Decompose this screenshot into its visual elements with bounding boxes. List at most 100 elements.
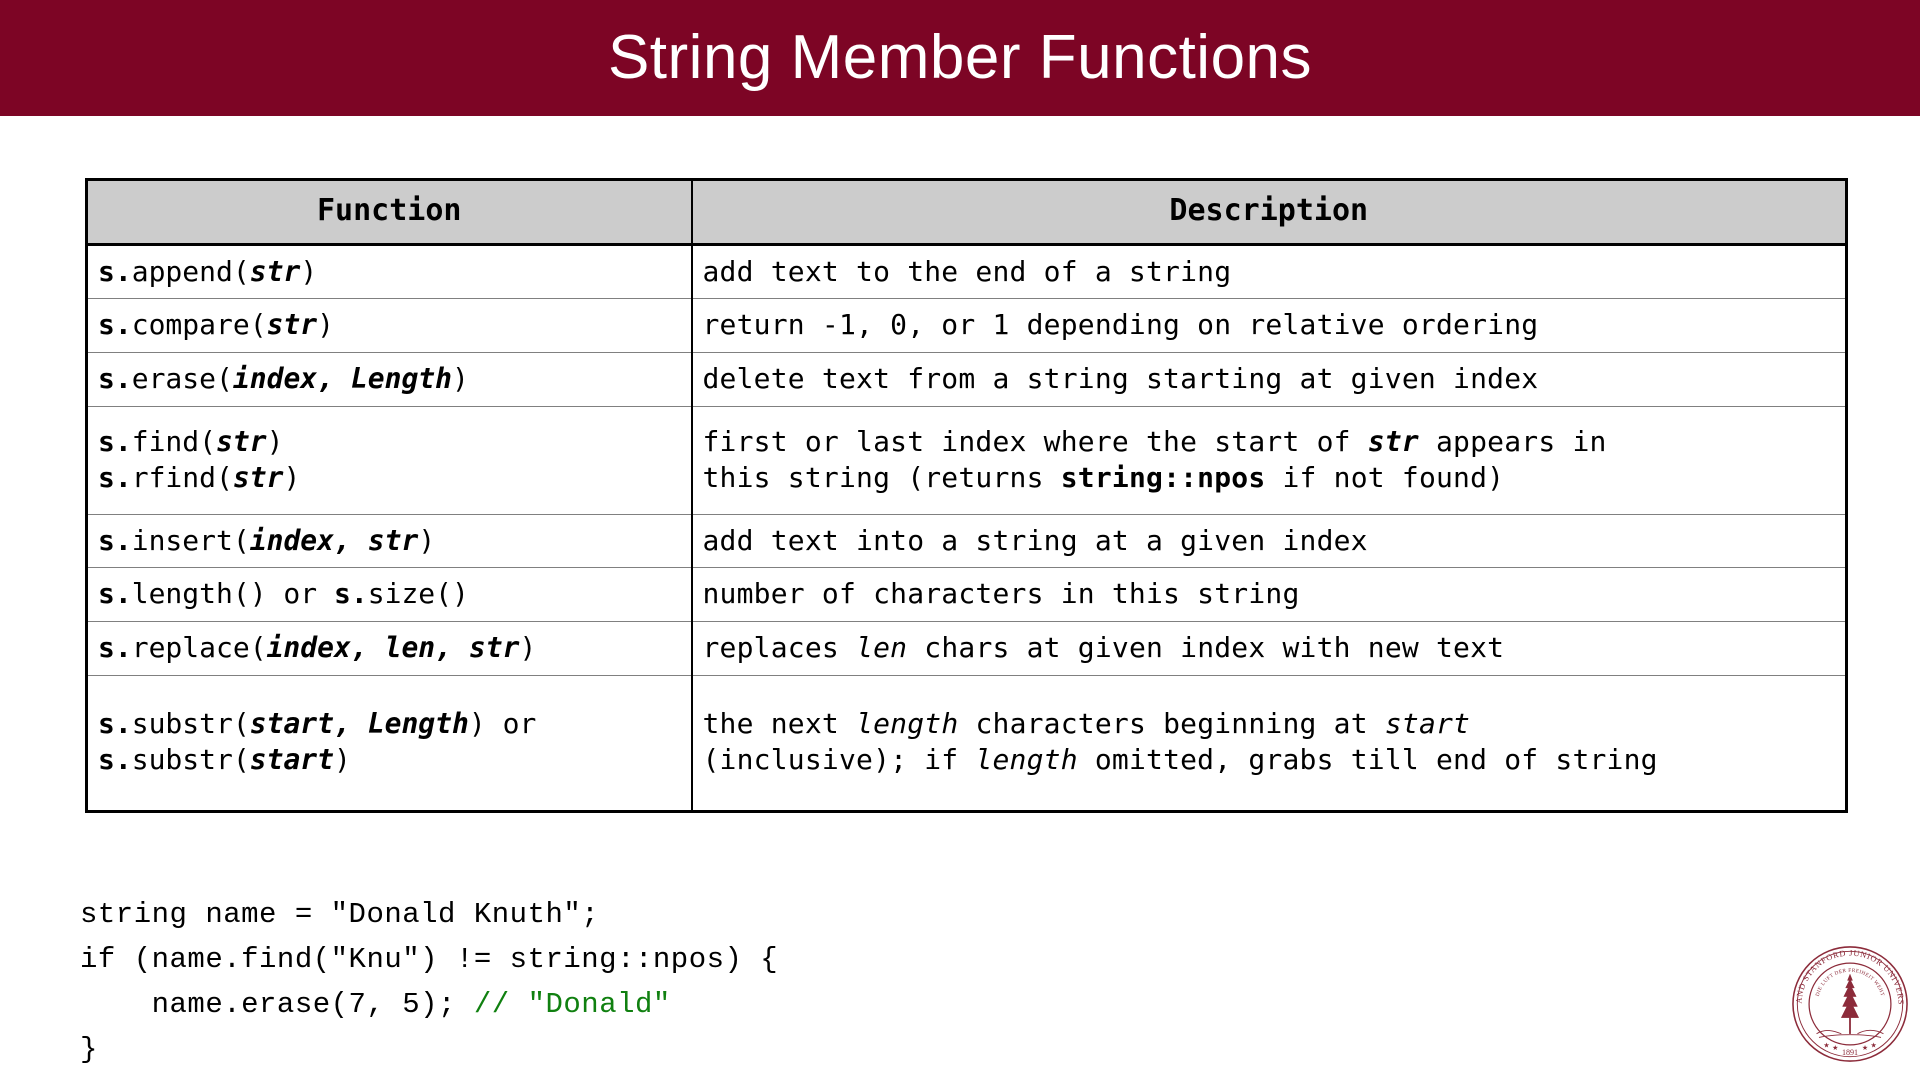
- function-signature-text: s.: [98, 707, 132, 741]
- function-signature-text: index, Length: [232, 362, 453, 396]
- function-cell: s.erase(index, Length): [86, 352, 693, 407]
- function-signature-text: s.: [98, 424, 132, 458]
- function-signature-text: substr(: [131, 742, 250, 776]
- function-signature-text: str: [266, 308, 318, 342]
- code-line: name.erase(7, 5); // "Donald": [80, 982, 778, 1027]
- code-text: string name = "Donald Knuth";: [80, 898, 600, 931]
- table-row: s.replace(index, len, str) replaces len c…: [86, 621, 1847, 677]
- column-header-description: Description: [691, 179, 1847, 246]
- description-text: omitted, grabs till end of string: [1077, 742, 1658, 776]
- code-comment: // "Donald": [473, 988, 671, 1021]
- svg-text:1891: 1891: [1842, 1048, 1858, 1057]
- description-cell: replaces len chars at given index with n…: [691, 621, 1847, 677]
- table-row: s.substr(start, Length) or s.substr(start…: [86, 675, 1847, 812]
- description-text: number of characters in this string: [702, 577, 1300, 611]
- function-signature-text: str: [216, 424, 267, 458]
- function-signature-text: s.: [98, 362, 132, 396]
- seal-star: ★: [1823, 1041, 1829, 1049]
- function-signature-text: insert(: [131, 523, 250, 557]
- function-signature-text: s.: [334, 577, 368, 611]
- description-cell: return -1, 0, or 1 depending on relative…: [691, 298, 1847, 354]
- function-signature-text: str: [232, 460, 284, 494]
- description-cell: add text to the end of a string: [691, 243, 1847, 300]
- function-signature-text: replace(: [131, 631, 267, 665]
- description-cell: the next length characters beginning at …: [691, 675, 1847, 812]
- code-text: if (name.find("Knu") != string::npos) {: [80, 943, 779, 976]
- table-row: s.erase(index, Length) delete text from a…: [86, 352, 1847, 407]
- description-text: this string (returns: [702, 460, 1061, 494]
- function-cell: s.substr(start, Length) or s.substr(start…: [86, 675, 693, 812]
- function-signature-text: length() or: [131, 577, 335, 611]
- function-signature-text: index, str: [249, 523, 419, 557]
- string-functions-table: Function Description s.append(str) add te…: [85, 178, 1848, 813]
- description-text: len: [856, 631, 908, 665]
- function-signature-text: s.: [98, 523, 132, 557]
- description-text: length: [975, 742, 1078, 776]
- table-header-row: Function Description: [86, 179, 1847, 246]
- code-line: }: [80, 1027, 778, 1072]
- code-text: name.erase(7, 5);: [80, 988, 474, 1021]
- function-cell: s.length() or s.size(): [86, 567, 693, 623]
- description-text: delete text from a string starting at gi…: [702, 362, 1539, 396]
- function-signature-text: ): [519, 631, 537, 665]
- code-line: string name = "Donald Knuth";: [80, 892, 778, 937]
- function-signature-text: compare(: [131, 308, 267, 342]
- function-signature-text: ): [317, 308, 335, 342]
- function-signature-text: start, Length: [249, 707, 469, 741]
- function-signature-text: s.: [98, 460, 132, 494]
- function-signature-text: ): [334, 742, 351, 776]
- description-text: string::npos: [1060, 460, 1266, 494]
- function-signature-text: str: [249, 254, 301, 288]
- function-signature-text: s.: [98, 631, 132, 665]
- description-text: replaces: [702, 631, 857, 665]
- description-text: start: [1384, 707, 1471, 741]
- function-signature-text: ): [266, 424, 284, 458]
- slide-title-banner: String Member Functions: [0, 0, 1920, 116]
- function-signature-text: append(: [131, 254, 250, 288]
- description-text: first or last index where the start of: [702, 424, 1368, 458]
- function-signature-text: s.: [98, 254, 132, 288]
- function-cell: s.find(str) s.rfind(str): [86, 405, 693, 515]
- description-cell: first or last index where the start of s…: [691, 405, 1847, 515]
- table-row: s.find(str) s.rfind(str) first or last ind…: [86, 405, 1847, 515]
- description-text: add text to the end of a string: [702, 254, 1232, 288]
- table-row: s.length() or s.size() number of characte…: [86, 567, 1847, 623]
- stanford-seal-icon: LELAND STANFORD JUNIOR UNIVERSITY DIE LU…: [1785, 935, 1908, 1062]
- page-title: String Member Functions: [607, 23, 1313, 92]
- description-text: appears in: [1418, 424, 1607, 458]
- function-signature-text: substr(: [131, 707, 250, 741]
- function-signature-text: s.: [98, 577, 132, 611]
- description-text: str: [1367, 424, 1419, 458]
- function-signature-text: ): [418, 523, 436, 557]
- function-signature-text: s.: [98, 742, 132, 776]
- stanford-seal-logo: LELAND STANFORD JUNIOR UNIVERSITY DIE LU…: [1785, 935, 1912, 1070]
- function-signature-text: size(): [367, 577, 469, 611]
- function-cell: s.compare(str): [86, 298, 693, 354]
- function-cell: s.append(str): [86, 243, 693, 300]
- function-signature-text: rfind(: [131, 460, 233, 494]
- description-cell: number of characters in this string: [691, 567, 1847, 623]
- function-signature-text: ): [283, 460, 301, 494]
- function-cell: s.insert(index, str): [86, 513, 693, 569]
- table-row: s.compare(str) return -1, 0, or 1 dependi…: [86, 298, 1847, 354]
- description-text: length: [856, 707, 959, 741]
- description-text: characters beginning at: [958, 707, 1385, 741]
- seal-star: ★: [1862, 1044, 1868, 1052]
- seal-star: ★: [1871, 1041, 1877, 1049]
- description-text: return -1, 0, or 1 depending on relative…: [702, 308, 1539, 342]
- description-text: add text into a string at a given index: [702, 523, 1368, 557]
- table-body: s.append(str) add text to the end of a st…: [86, 243, 1847, 812]
- code-line: if (name.find("Knu") != string::npos) {: [80, 937, 778, 982]
- function-signature-text: find(: [131, 424, 217, 458]
- description-cell: delete text from a string starting at gi…: [691, 352, 1847, 407]
- description-text: if not found): [1265, 460, 1505, 494]
- description-text: chars at given index with new text: [907, 631, 1505, 665]
- code-example-block: string name = "Donald Knuth"; if (name.fi…: [80, 892, 778, 1072]
- description-text: the next: [702, 707, 857, 741]
- function-signature-text: s.: [98, 308, 132, 342]
- function-cell: s.replace(index, len, str): [86, 621, 693, 677]
- description-cell: add text into a string at a given index: [691, 513, 1847, 569]
- function-signature-text: index, len, str: [266, 631, 520, 665]
- table-head: Function Description: [86, 179, 1847, 246]
- table-row: s.append(str) add text to the end of a st…: [86, 243, 1847, 300]
